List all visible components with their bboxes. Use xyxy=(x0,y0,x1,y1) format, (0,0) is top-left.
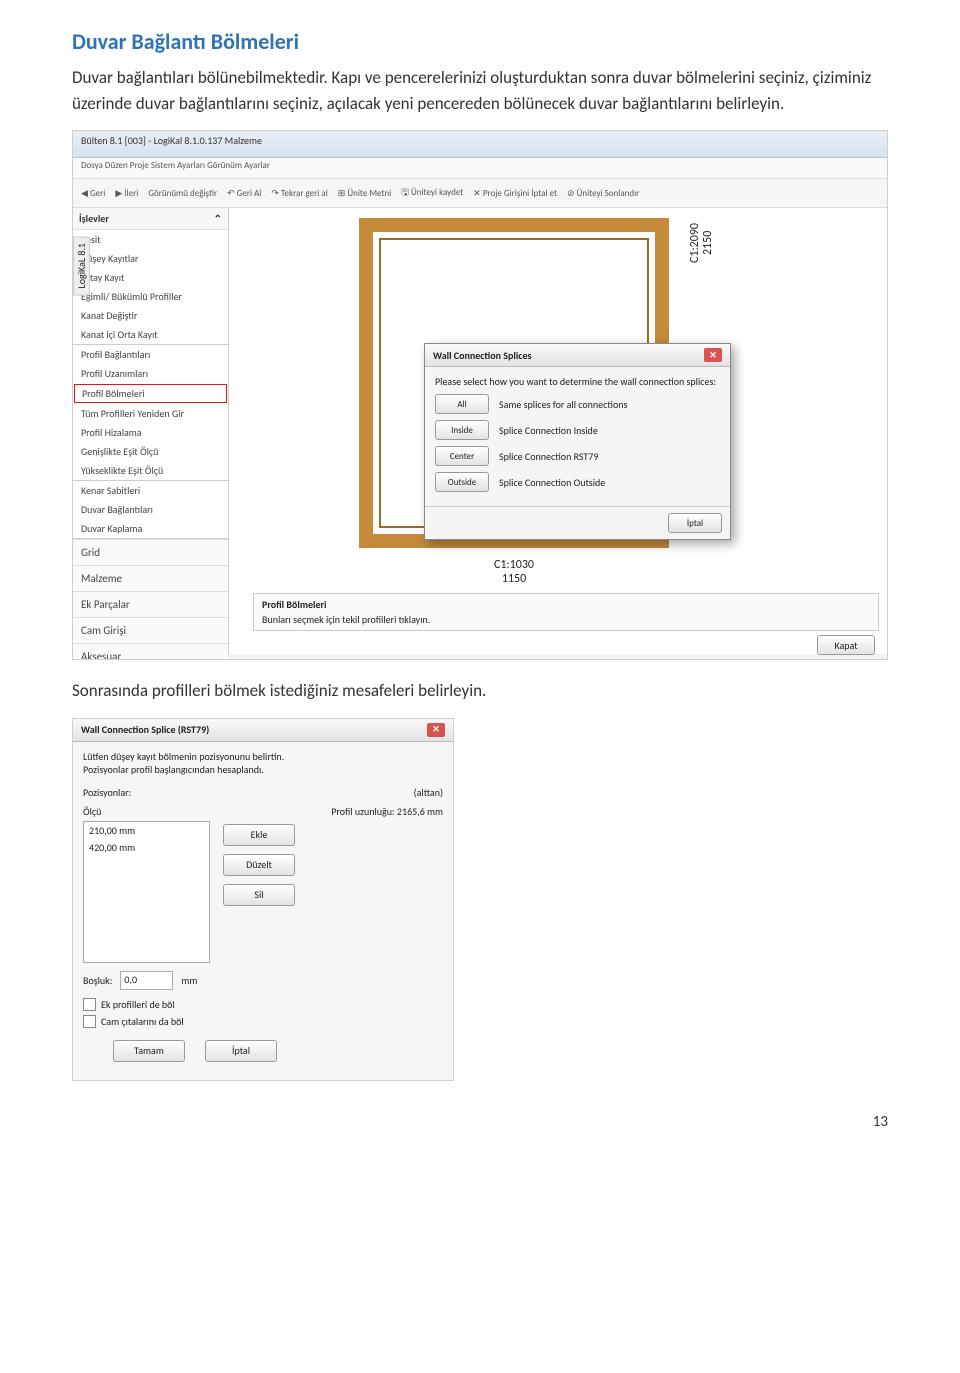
olcu-label: Ölçü xyxy=(83,805,213,818)
second-paragraph: Sonrasında profilleri bölmek istediğiniz… xyxy=(72,678,888,704)
sb-item[interactable]: Profil Bağlantıları xyxy=(73,345,228,364)
dlg-btn-all[interactable]: All xyxy=(435,394,489,414)
delete-button[interactable]: Sil xyxy=(223,884,295,906)
screenshot-splice-dialog: Wall Connection Splice (RST79) ✕ Lütfen … xyxy=(72,718,454,1081)
sidebar: İşlevler ⌃ Kesit Düşey Kayıtlar Yatay Ka… xyxy=(73,208,229,654)
sb-item[interactable]: Duvar Kaplama xyxy=(73,519,228,538)
menubar[interactable]: Dosya Düzen Proje Sistem Ayarları Görünü… xyxy=(73,158,887,179)
drawing-canvas[interactable]: C1:20902150 C1:1030 1150 Wall Connection… xyxy=(229,208,887,654)
tb-redo[interactable]: ↷ Tekrar geri al xyxy=(271,188,327,199)
dimension-bottom: C1:1030 1150 xyxy=(399,558,629,586)
dlg-cancel-button[interactable]: İptal xyxy=(668,513,722,533)
close-icon[interactable]: ✕ xyxy=(427,723,445,737)
add-button[interactable]: Ekle xyxy=(223,824,295,846)
gap-input[interactable]: 0,0 xyxy=(120,971,173,990)
checkbox-icon[interactable] xyxy=(83,1015,96,1028)
tb-finish[interactable]: ⊘ Üniteyi Sonlandır xyxy=(567,188,639,199)
dialog-lead: Please select how you want to determine … xyxy=(435,375,720,388)
status-text: Bunları seçmek için tekil profilleri tık… xyxy=(262,613,870,626)
list-item[interactable]: 210,00 mm xyxy=(84,822,209,839)
sidebar-header: İşlevler xyxy=(79,212,109,225)
section-heading: Duvar Bağlantı Bölmeleri xyxy=(72,28,888,55)
screenshot-main: Bülten 8.1 [003] - LogiKal 8.1.0.137 Mal… xyxy=(72,130,888,660)
page-number: 13 xyxy=(72,1113,888,1131)
gap-unit: mm xyxy=(181,974,197,987)
sb-section[interactable]: Cam Girişi xyxy=(73,617,228,643)
sb-item[interactable]: Profil Uzanımları xyxy=(73,364,228,383)
toolbar: ◀ Geri ▶ İleri Görünümü değiştir ↶ Geri … xyxy=(73,179,887,208)
positions-list[interactable]: 210,00 mm 420,00 mm xyxy=(83,821,210,963)
sb-section[interactable]: Grid xyxy=(73,539,228,565)
tb-save[interactable]: 🖫 Üniteyi kaydet xyxy=(401,185,463,201)
checkbox-extra-profiles[interactable]: Ek profilleri de böl xyxy=(83,998,443,1011)
sb-item[interactable]: Kanat Değiştir xyxy=(73,306,228,325)
dialog2-title: Wall Connection Splice (RST79) xyxy=(81,723,209,736)
checkbox-icon[interactable] xyxy=(83,998,96,1011)
dlg-option-text: Splice Connection RST79 xyxy=(499,450,598,463)
ok-button[interactable]: Tamam xyxy=(113,1040,185,1062)
checkbox-glass-beads[interactable]: Cam çıtalarını da böl xyxy=(83,1015,443,1028)
tb-unit-text[interactable]: ⊞ Ünite Metni xyxy=(338,188,392,199)
sb-item[interactable]: Kanat içi Orta Kayıt xyxy=(73,325,228,344)
sb-section[interactable]: Aksesuar xyxy=(73,643,228,660)
window-title: Bülten 8.1 [003] - LogiKal 8.1.0.137 Mal… xyxy=(73,131,887,158)
dlg-option-text: Splice Connection Outside xyxy=(499,476,605,489)
gap-label: Boşluk: xyxy=(83,974,112,987)
sb-item[interactable]: Kesit xyxy=(73,230,228,249)
vertical-tab[interactable]: LogiKaL 8.1 xyxy=(73,236,90,295)
cancel-button[interactable]: İptal xyxy=(205,1040,277,1062)
dialog-title: Wall Connection Splices xyxy=(433,349,532,362)
dlg-option-text: Same splices for all connections xyxy=(499,398,627,411)
tb-back[interactable]: ◀ Geri xyxy=(81,188,105,199)
sb-item[interactable]: Genişlikte Eşit Ölçü xyxy=(73,442,228,461)
dlg-option-text: Splice Connection Inside xyxy=(499,424,598,437)
tb-undo[interactable]: ↶ Geri Al xyxy=(227,188,261,199)
status-title: Profil Bölmeleri xyxy=(262,598,870,611)
sb-item[interactable]: Yatay Kayıt xyxy=(73,268,228,287)
sb-item[interactable]: Eğimli/ Bükümlü Profiller xyxy=(73,287,228,306)
dialog2-desc2: Pozisyonlar profil başlangıcından hesapl… xyxy=(83,763,443,776)
edit-button[interactable]: Düzelt xyxy=(223,854,295,876)
dlg-btn-outside[interactable]: Outside xyxy=(435,472,489,492)
dlg-btn-inside[interactable]: Inside xyxy=(435,420,489,440)
close-icon[interactable]: ✕ xyxy=(704,348,722,362)
sb-item[interactable]: Düşey Kayıtlar xyxy=(73,249,228,268)
sb-item[interactable]: Tüm Profilleri Yeniden Gir xyxy=(73,404,228,423)
list-item[interactable]: 420,00 mm xyxy=(84,839,209,856)
positions-label: Pozisyonlar: xyxy=(83,786,131,799)
intro-paragraph: Duvar bağlantıları bölünebilmektedir. Ka… xyxy=(72,65,888,116)
dimension-right: C1:20902150 xyxy=(689,223,715,263)
tb-view[interactable]: Görünümü değiştir xyxy=(148,188,217,199)
sb-section[interactable]: Malzeme xyxy=(73,565,228,591)
dialog2-desc1: Lütfen düşey kayıt bölmenin pozisyonunu … xyxy=(83,750,443,763)
close-button[interactable]: Kapat xyxy=(817,635,875,655)
tb-forward[interactable]: ▶ İleri xyxy=(115,188,138,199)
positions-side: (alttan) xyxy=(414,786,443,799)
profile-length: Profil uzunluğu: 2165,6 mm xyxy=(223,805,443,818)
sb-item[interactable]: Yükseklikte Eşit Ölçü xyxy=(73,461,228,480)
collapse-icon[interactable]: ⌃ xyxy=(214,212,222,225)
sb-item[interactable]: Duvar Bağlantıları xyxy=(73,500,228,519)
splices-dialog: Wall Connection Splices ✕ Please select … xyxy=(424,343,731,540)
sb-item-highlighted[interactable]: Profil Bölmeleri xyxy=(74,384,227,403)
dlg-btn-center[interactable]: Center xyxy=(435,446,489,466)
tb-cancel[interactable]: ✕ Proje Girişini İptal et xyxy=(473,188,557,199)
sb-item[interactable]: Kenar Sabitleri xyxy=(73,481,228,500)
sb-section[interactable]: Ek Parçalar xyxy=(73,591,228,617)
sb-item[interactable]: Profil Hizalama xyxy=(73,423,228,442)
status-panel: Profil Bölmeleri Bunları seçmek için tek… xyxy=(253,593,879,631)
